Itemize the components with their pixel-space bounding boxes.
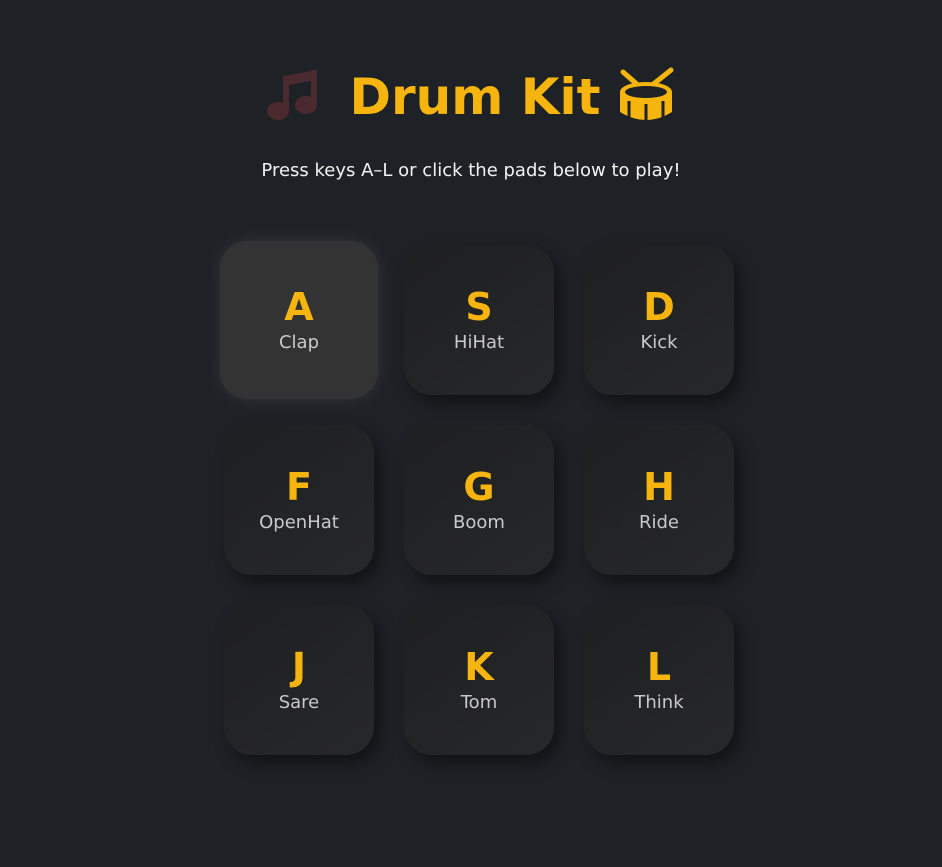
- instructions-text: Press keys A–L or click the pads below t…: [261, 160, 681, 181]
- drum-icon: [615, 66, 677, 128]
- pad-key-label: J: [291, 645, 307, 689]
- pad-sound-label: OpenHat: [259, 512, 339, 533]
- pad-sound-label: Tom: [460, 692, 498, 713]
- pad-key-label: S: [465, 285, 493, 329]
- music-note-icon: [265, 66, 327, 128]
- pad-openhat[interactable]: F OpenHat: [224, 425, 374, 575]
- pad-key-label: G: [463, 465, 495, 509]
- pad-think[interactable]: L Think: [584, 605, 734, 755]
- pad-sound-label: HiHat: [453, 332, 505, 353]
- page-title-row: Drum Kit: [0, 62, 942, 132]
- drum-kit-page: Drum Kit Press keys A–L or click the pad…: [0, 0, 942, 867]
- pad-key-label: L: [646, 645, 672, 689]
- pad-sound-label: Clap: [278, 332, 320, 353]
- pad-sound-label: Think: [634, 692, 684, 713]
- pad-hihat[interactable]: S HiHat: [404, 245, 554, 395]
- pad-boom[interactable]: G Boom: [404, 425, 554, 575]
- pad-key-label: H: [643, 465, 675, 509]
- pad-sare[interactable]: J Sare: [224, 605, 374, 755]
- pad-key-label: F: [286, 465, 312, 509]
- pad-sound-label: Kick: [640, 332, 678, 353]
- pad-sound-label: Ride: [638, 512, 679, 533]
- page-title: Drum Kit: [349, 68, 601, 126]
- pad-sound-label: Sare: [278, 692, 320, 713]
- pad-key-label: A: [284, 285, 314, 329]
- pad-clap[interactable]: A Clap: [220, 241, 378, 399]
- pad-kick[interactable]: D Kick: [584, 245, 734, 395]
- pad-tom[interactable]: K Tom: [404, 605, 554, 755]
- drum-pad-grid: A Clap S HiHat D Kick F OpenHat G Boom H…: [220, 241, 734, 755]
- pad-key-label: D: [643, 285, 675, 329]
- pad-sound-label: Boom: [453, 512, 505, 533]
- pad-ride[interactable]: H Ride: [584, 425, 734, 575]
- pad-key-label: K: [464, 645, 494, 689]
